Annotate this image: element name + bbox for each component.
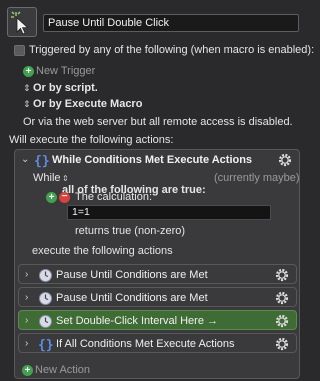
- nested-action-2[interactable]: › Pause Until Conditions are Met: [18, 287, 297, 307]
- nested-action-title: Pause Until Conditions are Met: [56, 292, 208, 304]
- gear-icon[interactable]: [274, 313, 290, 329]
- or-by-script-toggle[interactable]: ⇕ Or by script.: [23, 82, 123, 95]
- condition-status: (currently maybe): [214, 172, 300, 184]
- add-icon: +: [23, 66, 34, 77]
- or-by-execute-macro-label: Or by Execute Macro: [33, 98, 143, 110]
- execute-actions-popup[interactable]: execute the following actions ⌄: [32, 245, 182, 269]
- triggers-enabled-label: Triggered by any of the following (when …: [29, 44, 315, 56]
- or-by-execute-macro-toggle[interactable]: ⇕ Or by Execute Macro: [23, 98, 153, 111]
- nested-action-4[interactable]: › {} If All Conditions Met Execute Actio…: [18, 333, 297, 353]
- add-icon: +: [22, 365, 33, 376]
- macro-icon[interactable]: [7, 7, 37, 37]
- nested-action-3[interactable]: › Set Double-Click Interval Here →: [18, 310, 297, 330]
- expand-chevron-icon[interactable]: ›: [25, 315, 35, 327]
- nested-action-title: Pause Until Conditions are Met: [56, 269, 208, 281]
- new-action-label: New Action: [35, 364, 91, 376]
- svg-text:{}: {}: [34, 154, 49, 168]
- gear-icon[interactable]: [274, 290, 290, 306]
- execute-label: execute the following actions: [32, 245, 173, 257]
- cursor-click-icon: [11, 11, 29, 35]
- while-action-header[interactable]: ⌄ {} While Conditions Met Execute Action…: [15, 150, 299, 170]
- braces-icon: {}: [38, 338, 53, 352]
- new-trigger-label: New Trigger: [36, 65, 96, 77]
- svg-text:{}: {}: [38, 338, 53, 352]
- popup-updown-icon: ⇕: [62, 174, 69, 183]
- expand-chevron-icon[interactable]: ›: [25, 269, 35, 281]
- nested-action-title: If All Conditions Met Execute Actions: [56, 338, 235, 350]
- pause-clock-icon: [39, 292, 52, 305]
- calculation-result: returns true (non-zero): [75, 225, 186, 237]
- calculation-label: The calculation:: [75, 191, 153, 203]
- add-condition-button[interactable]: +: [46, 192, 57, 203]
- calculation-field[interactable]: 1=1: [67, 205, 271, 220]
- nested-action-1[interactable]: › Pause Until Conditions are Met: [18, 264, 297, 284]
- pause-clock-icon: [39, 315, 52, 328]
- expand-chevron-icon[interactable]: ›: [25, 292, 35, 304]
- expand-chevron-icon[interactable]: ›: [25, 338, 35, 350]
- web-server-note: Or via the web server but all remote acc…: [23, 116, 293, 128]
- triggers-enabled-checkbox[interactable]: [14, 45, 25, 56]
- collapse-chevron-icon[interactable]: ⌄: [21, 154, 31, 166]
- expand-updown-icon: ⇕: [23, 99, 31, 109]
- condition-mode-popup[interactable]: ⇕ all of the following are true:: [62, 172, 212, 196]
- new-action-button[interactable]: + New Action: [22, 364, 112, 377]
- or-by-script-label: Or by script.: [33, 82, 98, 94]
- braces-icon: {}: [34, 154, 49, 168]
- gear-icon[interactable]: [274, 336, 290, 352]
- while-action-title: While Conditions Met Execute Actions: [52, 154, 253, 166]
- gear-icon[interactable]: [274, 267, 290, 283]
- remove-condition-button[interactable]: −: [59, 192, 70, 203]
- new-trigger-button[interactable]: + New Trigger: [23, 65, 113, 78]
- while-label: While: [33, 172, 61, 184]
- expand-updown-icon: ⇕: [23, 83, 31, 93]
- actions-intro-label: Will execute the following actions:: [9, 134, 174, 146]
- pause-clock-icon: [39, 269, 52, 282]
- nested-action-title: Set Double-Click Interval Here →: [56, 315, 219, 327]
- macro-name-field[interactable]: Pause Until Double Click: [43, 14, 299, 32]
- gear-icon[interactable]: [277, 152, 293, 168]
